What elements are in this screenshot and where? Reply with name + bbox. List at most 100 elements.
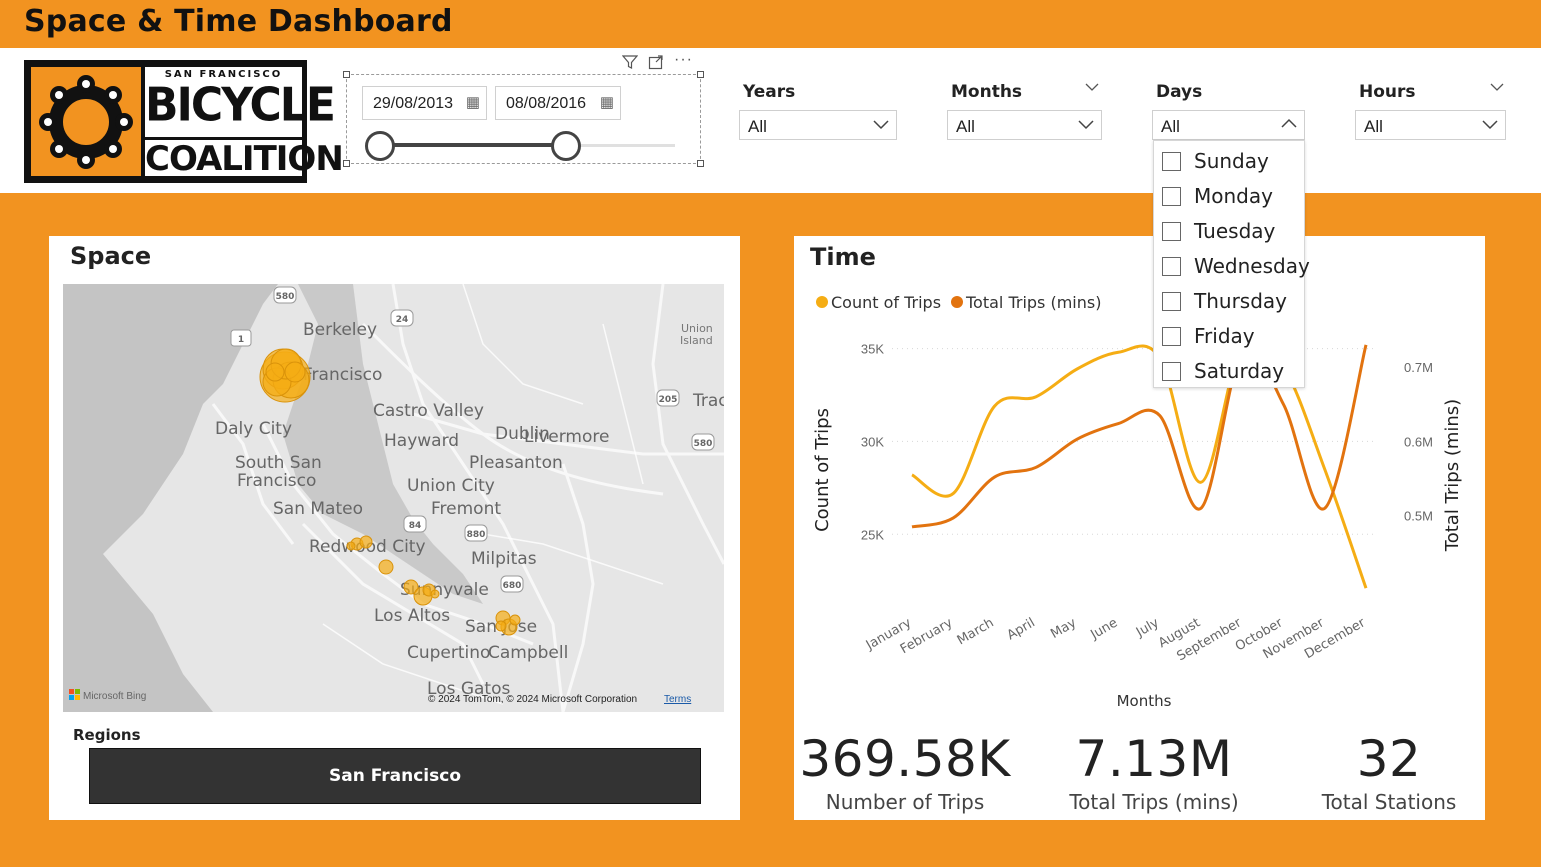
day-option-tuesday[interactable]: Tuesday xyxy=(1162,217,1275,245)
x-tick-label: March xyxy=(955,615,997,648)
hours-dropdown[interactable]: All xyxy=(1355,110,1506,140)
map-label: Francisco xyxy=(237,471,316,491)
x-axis-title: Months xyxy=(1117,692,1172,710)
years-dropdown[interactable]: All xyxy=(739,110,897,140)
map-label: Fremont xyxy=(431,499,501,519)
highway-shield: 84 xyxy=(403,515,427,533)
months-label: Months xyxy=(951,82,1023,102)
svg-text:580: 580 xyxy=(694,439,713,449)
checkbox[interactable] xyxy=(1162,186,1181,206)
map-label: Castro Valley xyxy=(373,401,484,421)
map-label: Pleasanton xyxy=(469,453,563,473)
map-canvas: Berkeley Francisco Castro Valley Daly Ci… xyxy=(63,284,724,712)
y2-axis-title: Total Trips (mins) xyxy=(1442,399,1463,552)
svg-text:24: 24 xyxy=(396,315,409,325)
y-tick-label: 25K xyxy=(861,527,884,542)
x-tick-label: April xyxy=(1005,615,1038,643)
date-slider-track[interactable] xyxy=(380,143,675,147)
map-label: Livermore xyxy=(524,427,609,447)
visual-header-icons: ··· xyxy=(621,52,693,73)
years-value: All xyxy=(748,117,767,136)
date-slider-fill xyxy=(380,143,566,147)
day-option-thursday[interactable]: Thursday xyxy=(1162,287,1287,315)
chevron-down-icon[interactable] xyxy=(1490,82,1504,92)
station-bubble xyxy=(378,559,394,575)
terms-link[interactable]: Terms xyxy=(664,694,691,705)
start-date-value: 29/08/2013 xyxy=(373,95,454,112)
station-bubble xyxy=(265,362,285,382)
kpi-total-stations-value: 32 xyxy=(1356,730,1422,788)
kpi-total-stations-label: Total Stations xyxy=(1321,790,1457,814)
station-bubble xyxy=(346,541,356,551)
months-dropdown[interactable]: All xyxy=(947,110,1102,140)
checkbox[interactable] xyxy=(1162,361,1181,381)
day-option-friday[interactable]: Friday xyxy=(1162,322,1255,350)
checkbox[interactable] xyxy=(1162,326,1181,346)
map-label: Hayward xyxy=(384,431,459,451)
checkbox[interactable] xyxy=(1162,291,1181,311)
svg-text:1: 1 xyxy=(238,335,244,345)
chevron-down-icon xyxy=(873,120,889,130)
end-date-value: 08/08/2016 xyxy=(506,95,587,112)
kpi-total-trips-label: Total Trips (mins) xyxy=(1069,790,1239,814)
highway-shield: 880 xyxy=(464,524,488,542)
kpi-total-trips-value: 7.13M xyxy=(1075,730,1233,788)
y-tick-label: 30K xyxy=(861,434,884,449)
kpi-number-of-trips-value: 369.58K xyxy=(799,730,1011,788)
checkbox[interactable] xyxy=(1162,151,1181,171)
chain-ring-icon xyxy=(39,75,133,169)
highway-shield: 580 xyxy=(273,286,297,304)
day-option-monday[interactable]: Monday xyxy=(1162,182,1273,210)
filter-icon[interactable] xyxy=(621,54,639,73)
station-bubble xyxy=(359,535,373,549)
end-date-input[interactable]: 08/08/2016 ▦ xyxy=(495,86,621,120)
highway-shield: 580 xyxy=(691,433,715,451)
chevron-down-icon xyxy=(1482,120,1498,130)
day-option-wednesday[interactable]: Wednesday xyxy=(1162,252,1310,280)
kpi-number-of-trips-label: Number of Trips xyxy=(825,790,985,814)
more-options-icon[interactable]: ··· xyxy=(674,52,693,73)
bicycle-coalition-logo: SAN FRANCISCO BICYCLE COALITION xyxy=(24,60,344,183)
days-label: Days xyxy=(1156,82,1203,102)
y2-tick-label: 0.7M xyxy=(1404,360,1433,375)
y-axis-title: Count of Trips xyxy=(812,408,833,532)
logo-line-2: BICYCLE xyxy=(145,78,336,133)
hours-value: All xyxy=(1364,117,1383,136)
highway-shield: 1 xyxy=(230,329,252,347)
date-slider-start-handle[interactable] xyxy=(365,131,395,161)
svg-text:84: 84 xyxy=(409,521,422,531)
calendar-icon[interactable]: ▦ xyxy=(466,93,480,111)
days-options-list: Sunday Monday Tuesday Wednesday Thursday… xyxy=(1153,140,1310,388)
legend-count: Count of Trips xyxy=(831,293,941,312)
map-label: Island xyxy=(680,334,713,347)
station-bubble xyxy=(430,589,440,599)
checkbox[interactable] xyxy=(1162,221,1181,241)
chevron-up-icon xyxy=(1281,118,1297,128)
map-label: Campbell xyxy=(488,643,568,663)
checkbox[interactable] xyxy=(1162,256,1181,276)
y-tick-label: 35K xyxy=(861,342,884,357)
legend-total: Total Trips (mins) xyxy=(965,293,1101,312)
days-dropdown[interactable]: All xyxy=(1152,110,1305,140)
legend-marker-count xyxy=(816,296,828,308)
hours-label: Hours xyxy=(1359,82,1416,102)
date-slider-end-handle[interactable] xyxy=(551,131,581,161)
chevron-down-icon[interactable] xyxy=(1085,82,1099,92)
start-date-input[interactable]: 29/08/2013 ▦ xyxy=(362,86,487,120)
space-title: Space xyxy=(70,242,152,270)
svg-text:205: 205 xyxy=(659,395,678,405)
map-label: Milpitas xyxy=(471,549,537,569)
chevron-down-icon xyxy=(1078,120,1094,130)
map-label: Cupertino xyxy=(407,643,490,663)
region-button-san-francisco[interactable]: San Francisco xyxy=(89,748,701,804)
station-bubble xyxy=(495,620,507,632)
focus-mode-icon[interactable] xyxy=(648,54,664,73)
station-bubble xyxy=(509,614,521,626)
station-map[interactable]: Berkeley Francisco Castro Valley Daly Ci… xyxy=(63,284,724,712)
day-option-sunday[interactable]: Sunday xyxy=(1162,147,1269,175)
map-label: Union City xyxy=(407,476,495,496)
day-option-saturday[interactable]: Saturday xyxy=(1162,357,1284,385)
dashboard-title: Space & Time Dashboard xyxy=(24,4,453,39)
calendar-icon[interactable]: ▦ xyxy=(600,93,614,111)
map-label: Berkeley xyxy=(303,320,377,340)
